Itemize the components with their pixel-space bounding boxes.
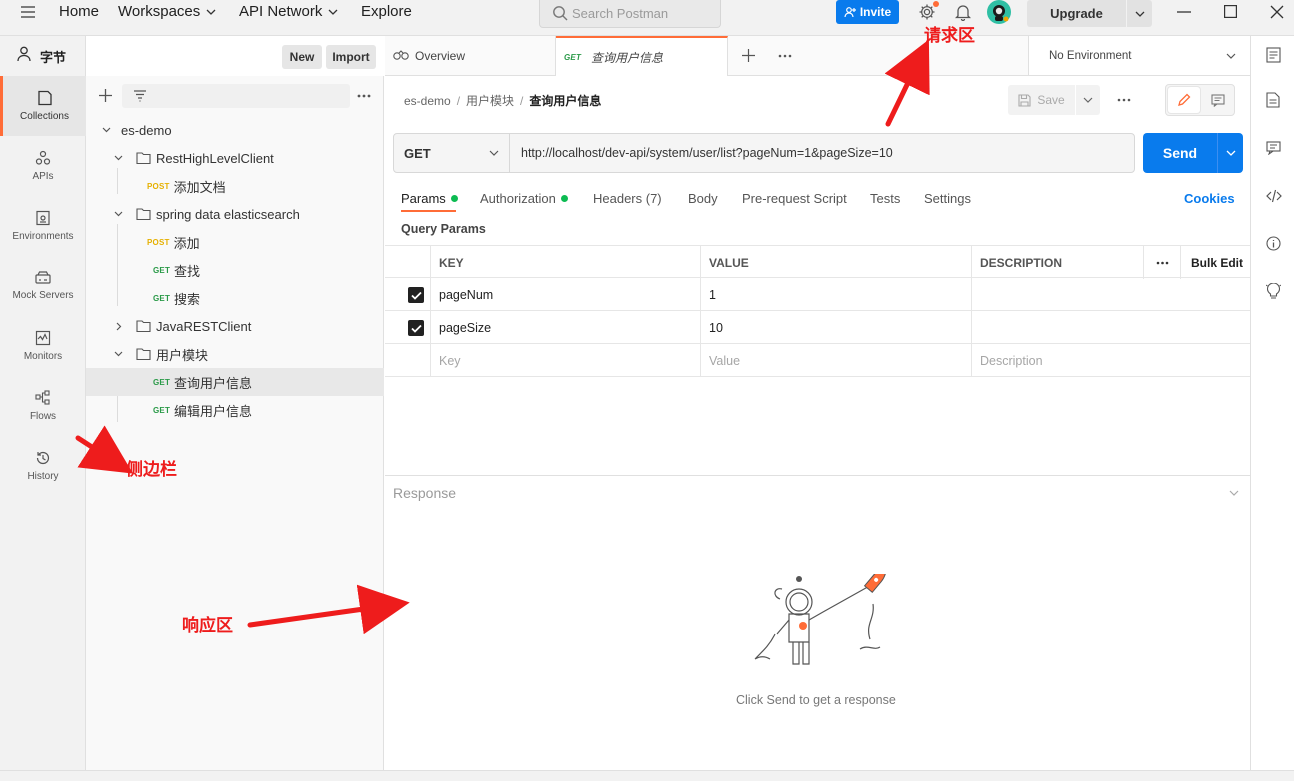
arrow-to-response-area <box>247 584 410 635</box>
annotation-arrows <box>75 39 930 635</box>
annotation-response-area: 响应区 <box>182 616 233 636</box>
annotation-sidebar: 侧边栏 <box>126 460 177 480</box>
arrow-to-request-area <box>884 39 930 127</box>
arrow-to-sidebar <box>75 425 133 474</box>
annotation-request-area: 请求区 <box>924 26 975 46</box>
